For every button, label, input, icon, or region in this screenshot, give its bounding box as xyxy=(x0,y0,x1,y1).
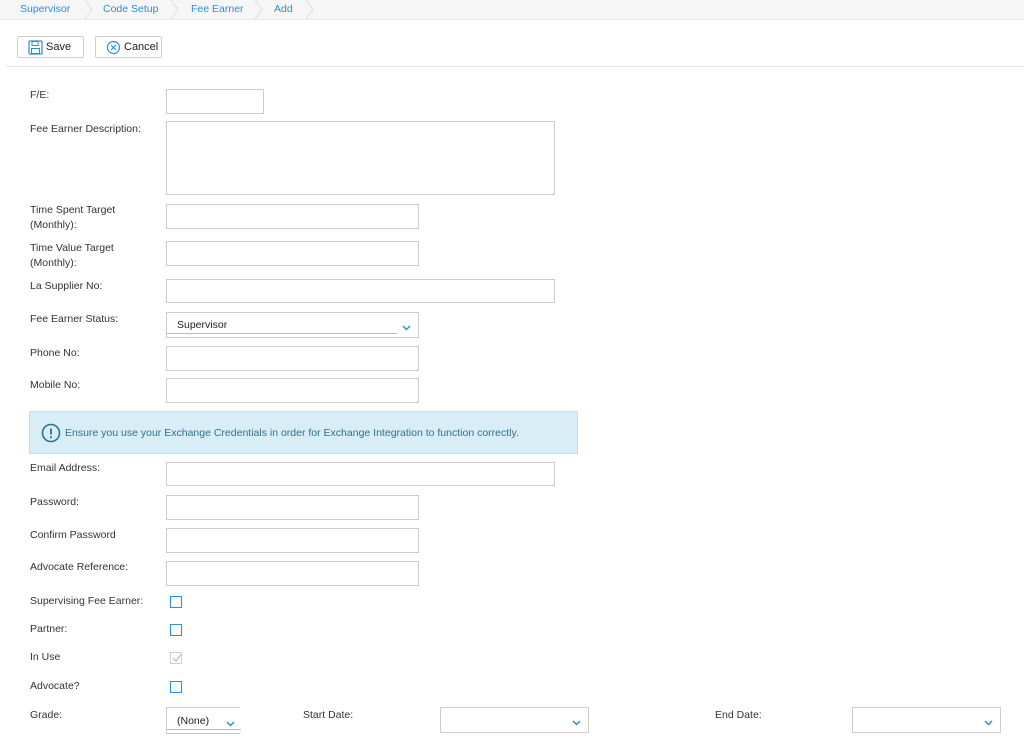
time-value-target-label-line2: (Monthly): xyxy=(30,257,77,269)
breadcrumb-separator-icon xyxy=(170,0,180,19)
save-button-label: Save xyxy=(46,41,72,53)
toolbar-divider xyxy=(6,66,1024,67)
phone-no-label: Phone No: xyxy=(30,347,80,359)
breadcrumb-separator-icon xyxy=(254,0,264,19)
time-value-target-input[interactable] xyxy=(166,241,419,266)
time-value-target-label: Time Value Target (Monthly): xyxy=(30,241,114,271)
start-date-label: Start Date: xyxy=(303,709,354,721)
chevron-down-icon xyxy=(402,322,411,331)
chevron-down-icon xyxy=(226,718,235,727)
fee-earner-status-label: Fee Earner Status: xyxy=(30,313,119,325)
breadcrumb-add[interactable]: Add xyxy=(274,0,293,19)
save-button[interactable]: Save xyxy=(17,36,84,58)
cancel-icon xyxy=(106,40,121,55)
cancel-button[interactable]: Cancel xyxy=(95,36,162,58)
mobile-no-input[interactable] xyxy=(166,378,419,403)
time-spent-target-label-line1: Time Spent Target xyxy=(30,204,116,216)
chevron-down-icon xyxy=(572,717,581,726)
in-use-label: In Use xyxy=(30,651,61,663)
time-value-target-label-line1: Time Value Target xyxy=(30,242,114,254)
time-spent-target-label-line2: (Monthly): xyxy=(30,219,77,231)
email-address-label: Email Address: xyxy=(30,462,101,474)
select-underline xyxy=(167,333,397,334)
partner-checkbox[interactable] xyxy=(170,624,182,636)
start-date-select[interactable] xyxy=(440,707,589,733)
fee-earner-status-value: Supervisor xyxy=(177,319,228,331)
fee-earner-description-textarea[interactable] xyxy=(166,121,555,195)
breadcrumb-separator-icon xyxy=(84,0,94,19)
end-date-label: End Date: xyxy=(715,709,762,721)
fee-earner-status-select[interactable]: Supervisor xyxy=(166,312,419,338)
fe-input[interactable] xyxy=(166,89,264,114)
confirm-password-input[interactable] xyxy=(166,528,419,553)
advocate-reference-input[interactable] xyxy=(166,561,419,586)
breadcrumb-code-setup[interactable]: Code Setup xyxy=(103,0,158,19)
time-spent-target-input[interactable] xyxy=(166,204,419,229)
exchange-info-text: Ensure you use your Exchange Credentials… xyxy=(65,427,519,439)
breadcrumb-supervisor[interactable]: Supervisor xyxy=(20,0,70,19)
grade-value: (None) xyxy=(177,714,210,727)
end-date-select[interactable] xyxy=(852,707,1001,733)
supervising-fee-earner-label: Supervising Fee Earner: xyxy=(30,595,144,607)
advocate-checkbox[interactable] xyxy=(170,681,182,693)
breadcrumb-separator-icon xyxy=(305,0,315,19)
select-underline xyxy=(167,729,241,730)
save-icon xyxy=(28,39,43,55)
advocate-reference-label: Advocate Reference: xyxy=(30,561,129,573)
advocate-label: Advocate? xyxy=(30,680,80,692)
confirm-password-label: Confirm Password xyxy=(30,529,116,541)
info-icon xyxy=(41,423,61,443)
breadcrumb-fee-earner[interactable]: Fee Earner xyxy=(191,0,244,19)
password-label: Password: xyxy=(30,496,80,508)
cancel-button-label: Cancel xyxy=(124,41,159,53)
fe-label: F/E: xyxy=(30,89,50,101)
in-use-checkbox[interactable] xyxy=(170,652,182,664)
phone-no-input[interactable] xyxy=(166,346,419,371)
time-spent-target-label: Time Spent Target (Monthly): xyxy=(30,203,115,233)
exchange-info-banner: Ensure you use your Exchange Credentials… xyxy=(29,411,578,454)
checkmark-icon xyxy=(172,653,182,666)
email-address-input[interactable] xyxy=(166,462,555,486)
supervising-fee-earner-checkbox[interactable] xyxy=(170,596,182,608)
la-supplier-no-input[interactable] xyxy=(166,279,555,303)
fee-earner-description-label: Fee Earner Description: xyxy=(30,123,141,135)
breadcrumb: Supervisor Code Setup Fee Earner Add xyxy=(0,0,1024,20)
chevron-down-icon xyxy=(984,717,993,726)
grade-label: Grade: xyxy=(30,709,63,721)
grade-select[interactable]: (None) xyxy=(166,707,241,734)
partner-label: Partner: xyxy=(30,623,68,635)
mobile-no-label: Mobile No: xyxy=(30,379,81,391)
password-input[interactable] xyxy=(166,495,419,520)
la-supplier-no-label: La Supplier No: xyxy=(30,280,103,292)
